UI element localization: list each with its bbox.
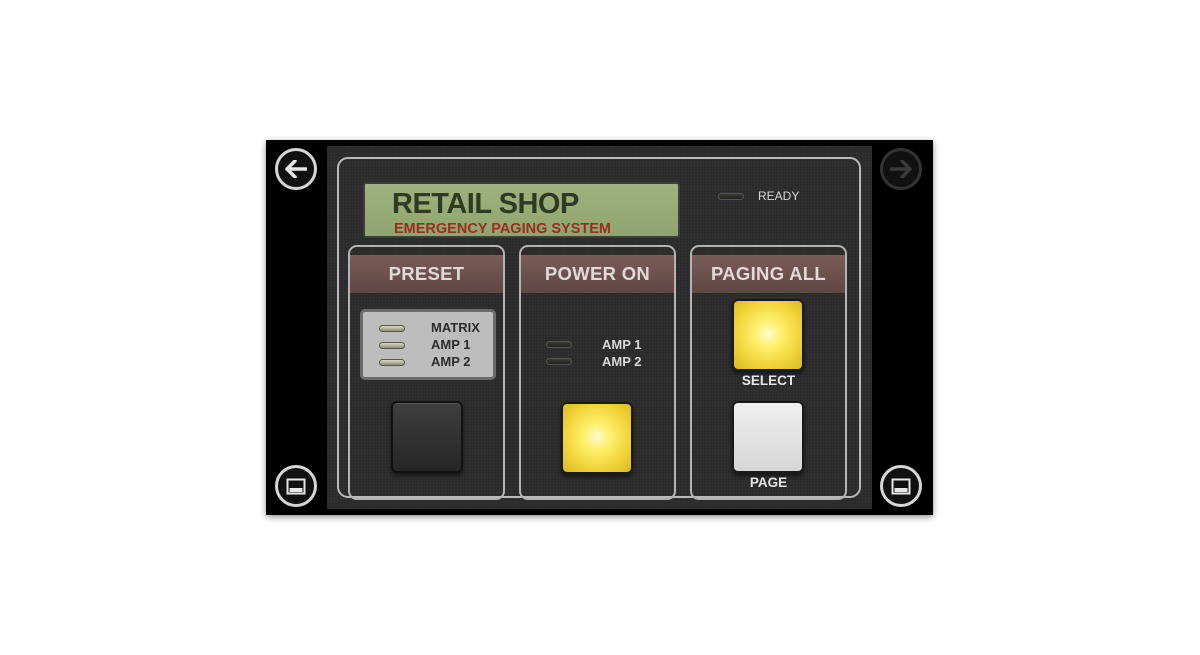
panel-minimize-icon — [286, 478, 306, 495]
panel-minimize-icon — [891, 478, 911, 495]
lcd-title: RETAIL SHOP — [392, 188, 579, 220]
back-button[interactable] — [275, 148, 317, 190]
power-on-panel: POWER ON AMP 1 AMP 2 — [519, 245, 676, 500]
arrow-left-icon — [285, 160, 307, 178]
ready-led — [718, 193, 744, 200]
page-label: PAGE — [749, 475, 788, 490]
page-button[interactable] — [732, 401, 804, 473]
ready-label: READY — [758, 189, 800, 203]
power-amp1-led — [546, 341, 572, 348]
screen-frame: RETAIL SHOP EMERGENCY PAGING SYSTEM READ… — [337, 157, 861, 500]
preset-amp2-led — [379, 359, 405, 366]
power-amp2-label: AMP 2 — [602, 354, 642, 369]
preset-indicator-box: MATRIX AMP 1 AMP 2 — [360, 309, 496, 380]
select-label: SELECT — [741, 373, 796, 388]
lcd-subtitle: EMERGENCY PAGING SYSTEM — [394, 221, 611, 237]
matrix-label: MATRIX — [431, 320, 480, 335]
preset-panel: PRESET MATRIX AMP 1 AMP 2 — [348, 245, 505, 500]
power-on-heading: POWER ON — [521, 255, 674, 293]
power-amp1-label: AMP 1 — [602, 337, 642, 352]
left-bottom-button[interactable] — [275, 465, 317, 507]
preset-heading: PRESET — [350, 255, 503, 293]
arrow-right-icon — [890, 160, 912, 178]
power-amp2-led — [546, 358, 572, 365]
matrix-led — [379, 325, 405, 332]
control-panel-device: RETAIL SHOP EMERGENCY PAGING SYSTEM READ… — [266, 140, 933, 515]
lcd-display: RETAIL SHOP EMERGENCY PAGING SYSTEM — [363, 182, 680, 238]
preset-amp1-led — [379, 342, 405, 349]
main-screen: RETAIL SHOP EMERGENCY PAGING SYSTEM READ… — [327, 146, 872, 509]
select-button[interactable] — [732, 299, 804, 371]
right-bottom-button[interactable] — [880, 465, 922, 507]
forward-button[interactable] — [880, 148, 922, 190]
power-on-button[interactable] — [561, 402, 633, 474]
preset-button[interactable] — [391, 401, 463, 473]
preset-amp1-label: AMP 1 — [431, 337, 471, 352]
preset-amp2-label: AMP 2 — [431, 354, 471, 369]
paging-all-panel: PAGING ALL SELECT PAGE — [690, 245, 847, 500]
paging-all-heading: PAGING ALL — [692, 255, 845, 293]
